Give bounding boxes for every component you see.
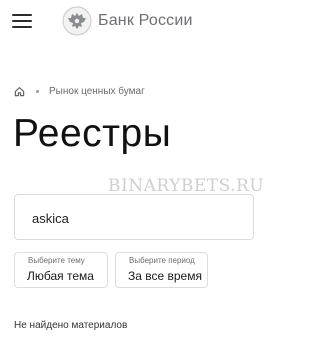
no-results-message: Не найдено материалов [14,320,128,331]
site-header: Банк России [0,0,246,44]
hamburger-menu-icon[interactable] [12,14,32,28]
breadcrumb-item-securities-market[interactable]: Рынок ценных бумаг [49,86,145,97]
period-select-label: Выберите период [129,256,195,265]
eagle-emblem-icon [62,6,92,36]
topic-select[interactable]: Выберите тему Любая тема [14,252,108,288]
period-select[interactable]: Выберите период За все время [115,252,208,288]
bank-logo[interactable]: Банк России [62,6,193,36]
breadcrumb-separator [36,90,39,93]
page-title: Реестры [13,112,172,155]
search-input[interactable]: askica [14,194,254,240]
search-input-value: askica [32,211,69,226]
topic-select-label: Выберите тему [28,256,85,265]
topic-select-value: Любая тема [27,269,94,283]
home-icon[interactable] [14,86,25,97]
logo-text: Банк России [98,12,193,29]
period-select-value: За все время [128,269,202,283]
breadcrumb: Рынок ценных бумаг [14,86,145,97]
watermark: BINARYBETS.RU [108,176,265,196]
